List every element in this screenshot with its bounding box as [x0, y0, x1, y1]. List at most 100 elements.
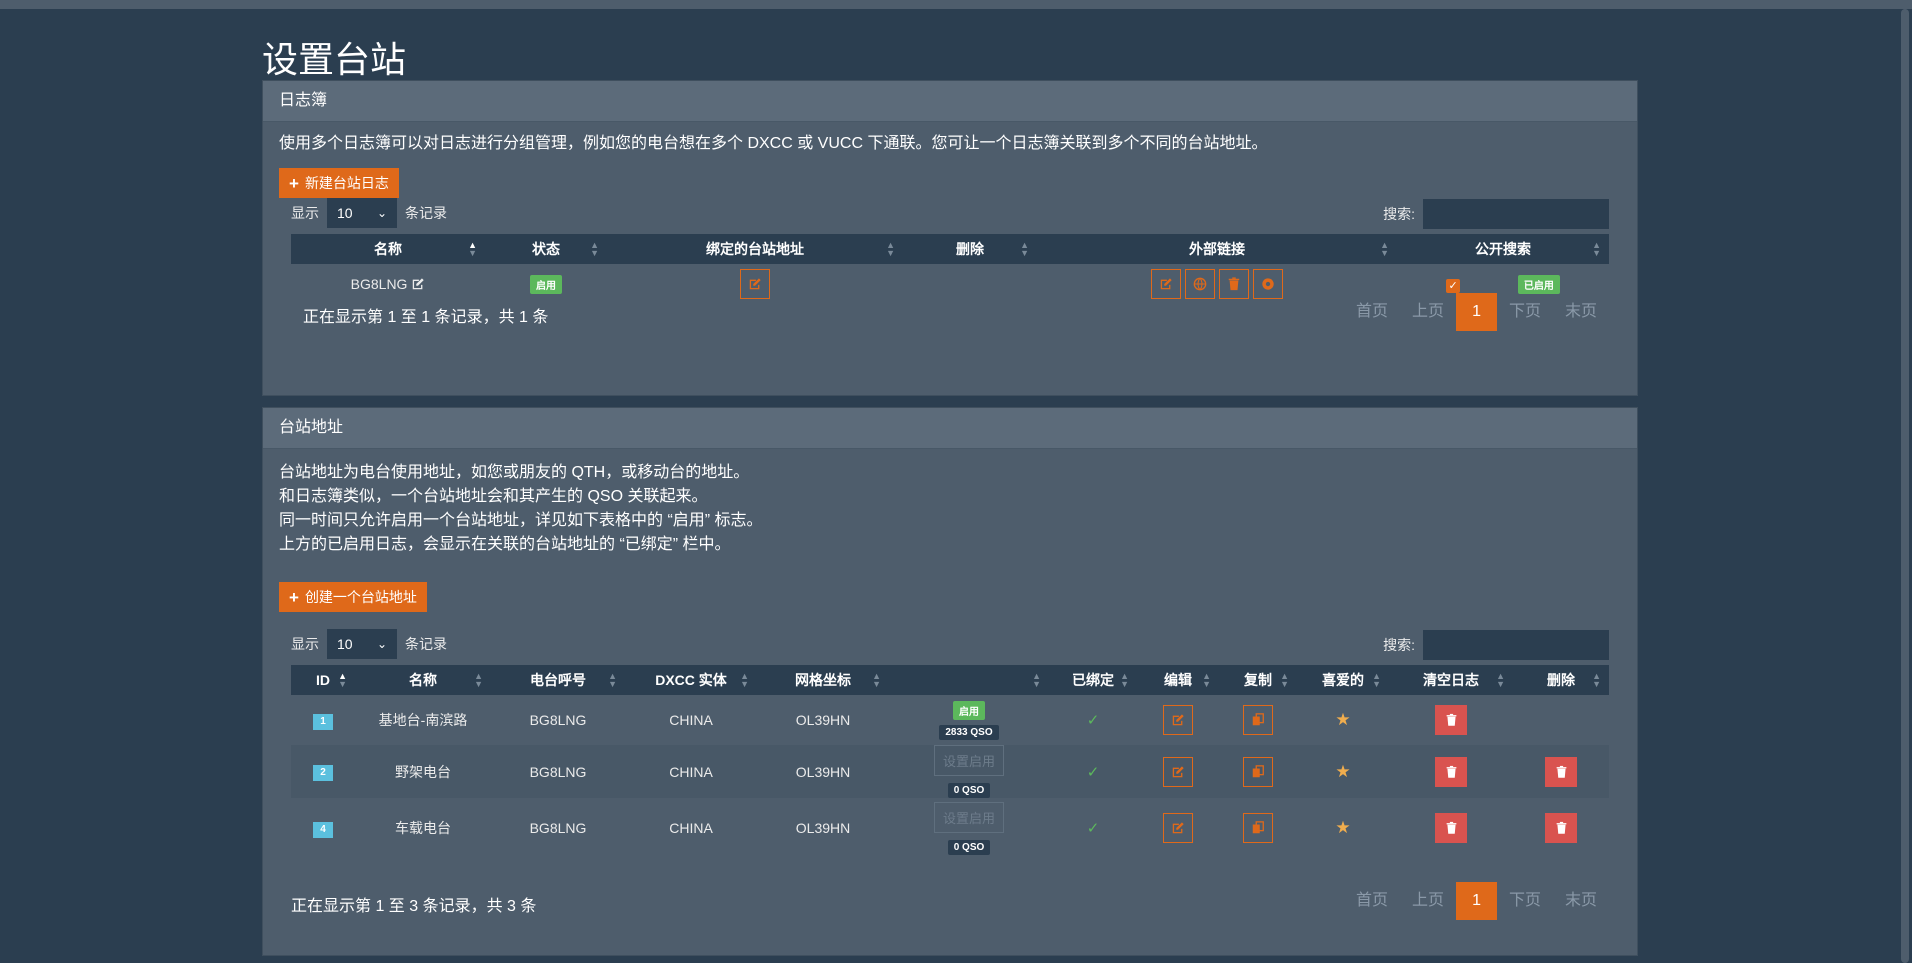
length-prefix: 显示: [291, 205, 319, 221]
status-badge: 启用: [530, 274, 562, 294]
chevron-down-icon: ⌄: [376, 637, 387, 651]
copy-location-button[interactable]: [1243, 705, 1273, 735]
sort-icon: ▲ ▼: [1202, 671, 1211, 689]
clear-log-button[interactable]: [1435, 705, 1467, 735]
delete-location-button[interactable]: [1545, 756, 1577, 787]
page-current[interactable]: 1: [1456, 882, 1497, 920]
page-prev[interactable]: 上页: [1400, 882, 1456, 920]
new-logbook-label: 新建台站日志: [304, 175, 389, 191]
copy-location-button[interactable]: [1243, 756, 1273, 787]
page-current[interactable]: 1: [1456, 293, 1497, 331]
clear-log-button[interactable]: [1435, 756, 1467, 787]
copy-location-button[interactable]: [1243, 813, 1273, 843]
scrollbar[interactable]: [1898, 9, 1912, 963]
col-name[interactable]: 名称 ▲ ▼: [291, 234, 485, 264]
logbook-name-cell: BG8LNG: [291, 264, 485, 304]
page-first[interactable]: 首页: [1344, 882, 1400, 920]
locations-table: ID ▲ ▼ 名称 ▲ ▼ 电台呼号 ▲ ▼ DXCC 实体 ▲ ▼ 网格坐标 ▲ ▼ ▲ ▼ 已绑定…: [291, 665, 1609, 858]
trash-icon: [1446, 821, 1456, 834]
qso-count-badge: 2833 QSO: [939, 724, 999, 740]
edit-icon[interactable]: [411, 276, 425, 292]
table-row: 4 车载电台 BG8LNG CHINA OL39HN 设置启用 0 QSO ✓ …: [291, 798, 1609, 858]
col-callsign[interactable]: 电台呼号 ▲ ▼: [491, 665, 625, 695]
location-grid: OL39HN: [757, 798, 889, 858]
col-copy[interactable]: 复制 ▲ ▼: [1219, 665, 1297, 695]
location-grid: OL39HN: [757, 695, 889, 745]
col-delete[interactable]: 删除 ▲ ▼: [903, 234, 1037, 264]
set-active-button[interactable]: 设置启用: [933, 745, 1004, 776]
page-title: 设置台站: [262, 39, 407, 80]
locations-length-select[interactable]: 10 ⌄: [327, 629, 397, 659]
edit-location-button[interactable]: [1163, 813, 1193, 843]
copy-icon: [1252, 713, 1264, 726]
location-active-cell: 设置启用 0 QSO: [889, 798, 1049, 858]
new-location-button[interactable]: + 创建一个台站地址: [279, 582, 427, 612]
location-callsign: BG8LNG: [491, 695, 625, 745]
table-row: 1 基地台-南滨路 BG8LNG CHINA OL39HN 启用 2833 QS…: [291, 695, 1609, 745]
edit-location-button[interactable]: [1163, 705, 1193, 735]
logbooks-table-info: 正在显示第 1 至 1 条记录，共 1 条: [303, 309, 549, 326]
page-last[interactable]: 末页: [1553, 293, 1609, 331]
page-next[interactable]: 下页: [1497, 293, 1553, 331]
search-label: 搜索:: [1383, 637, 1415, 653]
public-search-checkbox[interactable]: ✓: [1446, 278, 1461, 293]
col-public-search[interactable]: 公开搜索 ▲ ▼: [1397, 234, 1609, 264]
clear-log-button[interactable]: [1435, 813, 1467, 843]
sort-icon: ▲ ▼: [1020, 240, 1029, 258]
sort-icon: ▲ ▼: [338, 671, 347, 689]
edit-bound-location-button[interactable]: [740, 269, 770, 299]
col-bound[interactable]: 已绑定 ▲ ▼: [1049, 665, 1137, 695]
length-suffix: 条记录: [405, 205, 447, 221]
logbook-delete-cell: [903, 264, 1037, 304]
col-name[interactable]: 名称 ▲ ▼: [355, 665, 491, 695]
scrollbar-thumb[interactable]: [1901, 9, 1909, 963]
edit-location-button[interactable]: [1163, 756, 1193, 787]
logbooks-search-input[interactable]: [1423, 199, 1609, 229]
col-delete[interactable]: 删除 ▲ ▼: [1513, 665, 1609, 695]
star-icon[interactable]: ★: [1335, 818, 1350, 837]
sort-icon: ▲ ▼: [608, 671, 617, 689]
sort-icon: ▲ ▼: [1120, 671, 1129, 689]
delete-location-button[interactable]: [1545, 813, 1577, 843]
col-id[interactable]: ID ▲ ▼: [291, 665, 355, 695]
sort-icon: ▲ ▼: [1032, 671, 1041, 689]
col-grid[interactable]: 网格坐标 ▲ ▼: [757, 665, 889, 695]
trash-button[interactable]: [1218, 269, 1249, 299]
location-id-badge: 2: [313, 765, 333, 781]
col-active[interactable]: ▲ ▼: [889, 665, 1049, 695]
star-icon[interactable]: ★: [1335, 762, 1350, 781]
location-callsign: BG8LNG: [491, 745, 625, 798]
locations-header: 台站地址: [263, 408, 1637, 449]
link-edit-button[interactable]: [1151, 269, 1182, 299]
globe-button[interactable]: [1185, 269, 1216, 299]
col-external-links[interactable]: 外部链接 ▲ ▼: [1037, 234, 1397, 264]
logbook-name: BG8LNG: [350, 276, 408, 292]
star-icon[interactable]: ★: [1335, 710, 1350, 729]
location-active-cell: 启用 2833 QSO: [889, 695, 1049, 745]
delete-cell-empty: [1513, 695, 1609, 745]
page-first[interactable]: 首页: [1344, 293, 1400, 331]
page-next[interactable]: 下页: [1497, 882, 1553, 920]
col-dxcc[interactable]: DXCC 实体 ▲ ▼: [625, 665, 757, 695]
page-last[interactable]: 末页: [1553, 882, 1609, 920]
col-status[interactable]: 状态 ▲ ▼: [485, 234, 607, 264]
location-id-badge: 1: [313, 713, 333, 730]
edit-icon: [1172, 714, 1184, 726]
location-name: 野架电台: [355, 745, 491, 798]
locations-description: 台站地址为电台使用地址，如您或朋友的 QTH，或移动台的地址。 和日志簿类似，一…: [279, 461, 763, 557]
location-grid: OL39HN: [757, 745, 889, 798]
new-logbook-button[interactable]: + 新建台站日志: [279, 168, 399, 198]
description-line: 和日志簿类似，一个台站地址会和其产生的 QSO 关联起来。: [279, 488, 708, 505]
col-clear-log[interactable]: 清空日志 ▲ ▼: [1389, 665, 1513, 695]
edit-icon: [1172, 822, 1184, 834]
locations-search-input[interactable]: [1423, 630, 1609, 660]
col-edit[interactable]: 编辑 ▲ ▼: [1137, 665, 1219, 695]
logbooks-length-select[interactable]: 10 ⌄: [327, 198, 397, 228]
share-button[interactable]: [1252, 269, 1283, 299]
col-favorite[interactable]: 喜爱的 ▲ ▼: [1297, 665, 1389, 695]
set-active-button[interactable]: 设置启用: [933, 801, 1004, 833]
sort-icon: ▲ ▼: [1280, 671, 1289, 689]
page-prev[interactable]: 上页: [1400, 293, 1456, 331]
logbooks-search: 搜索:: [1383, 199, 1609, 229]
col-bound-location[interactable]: 绑定的台站地址 ▲ ▼: [607, 234, 903, 264]
